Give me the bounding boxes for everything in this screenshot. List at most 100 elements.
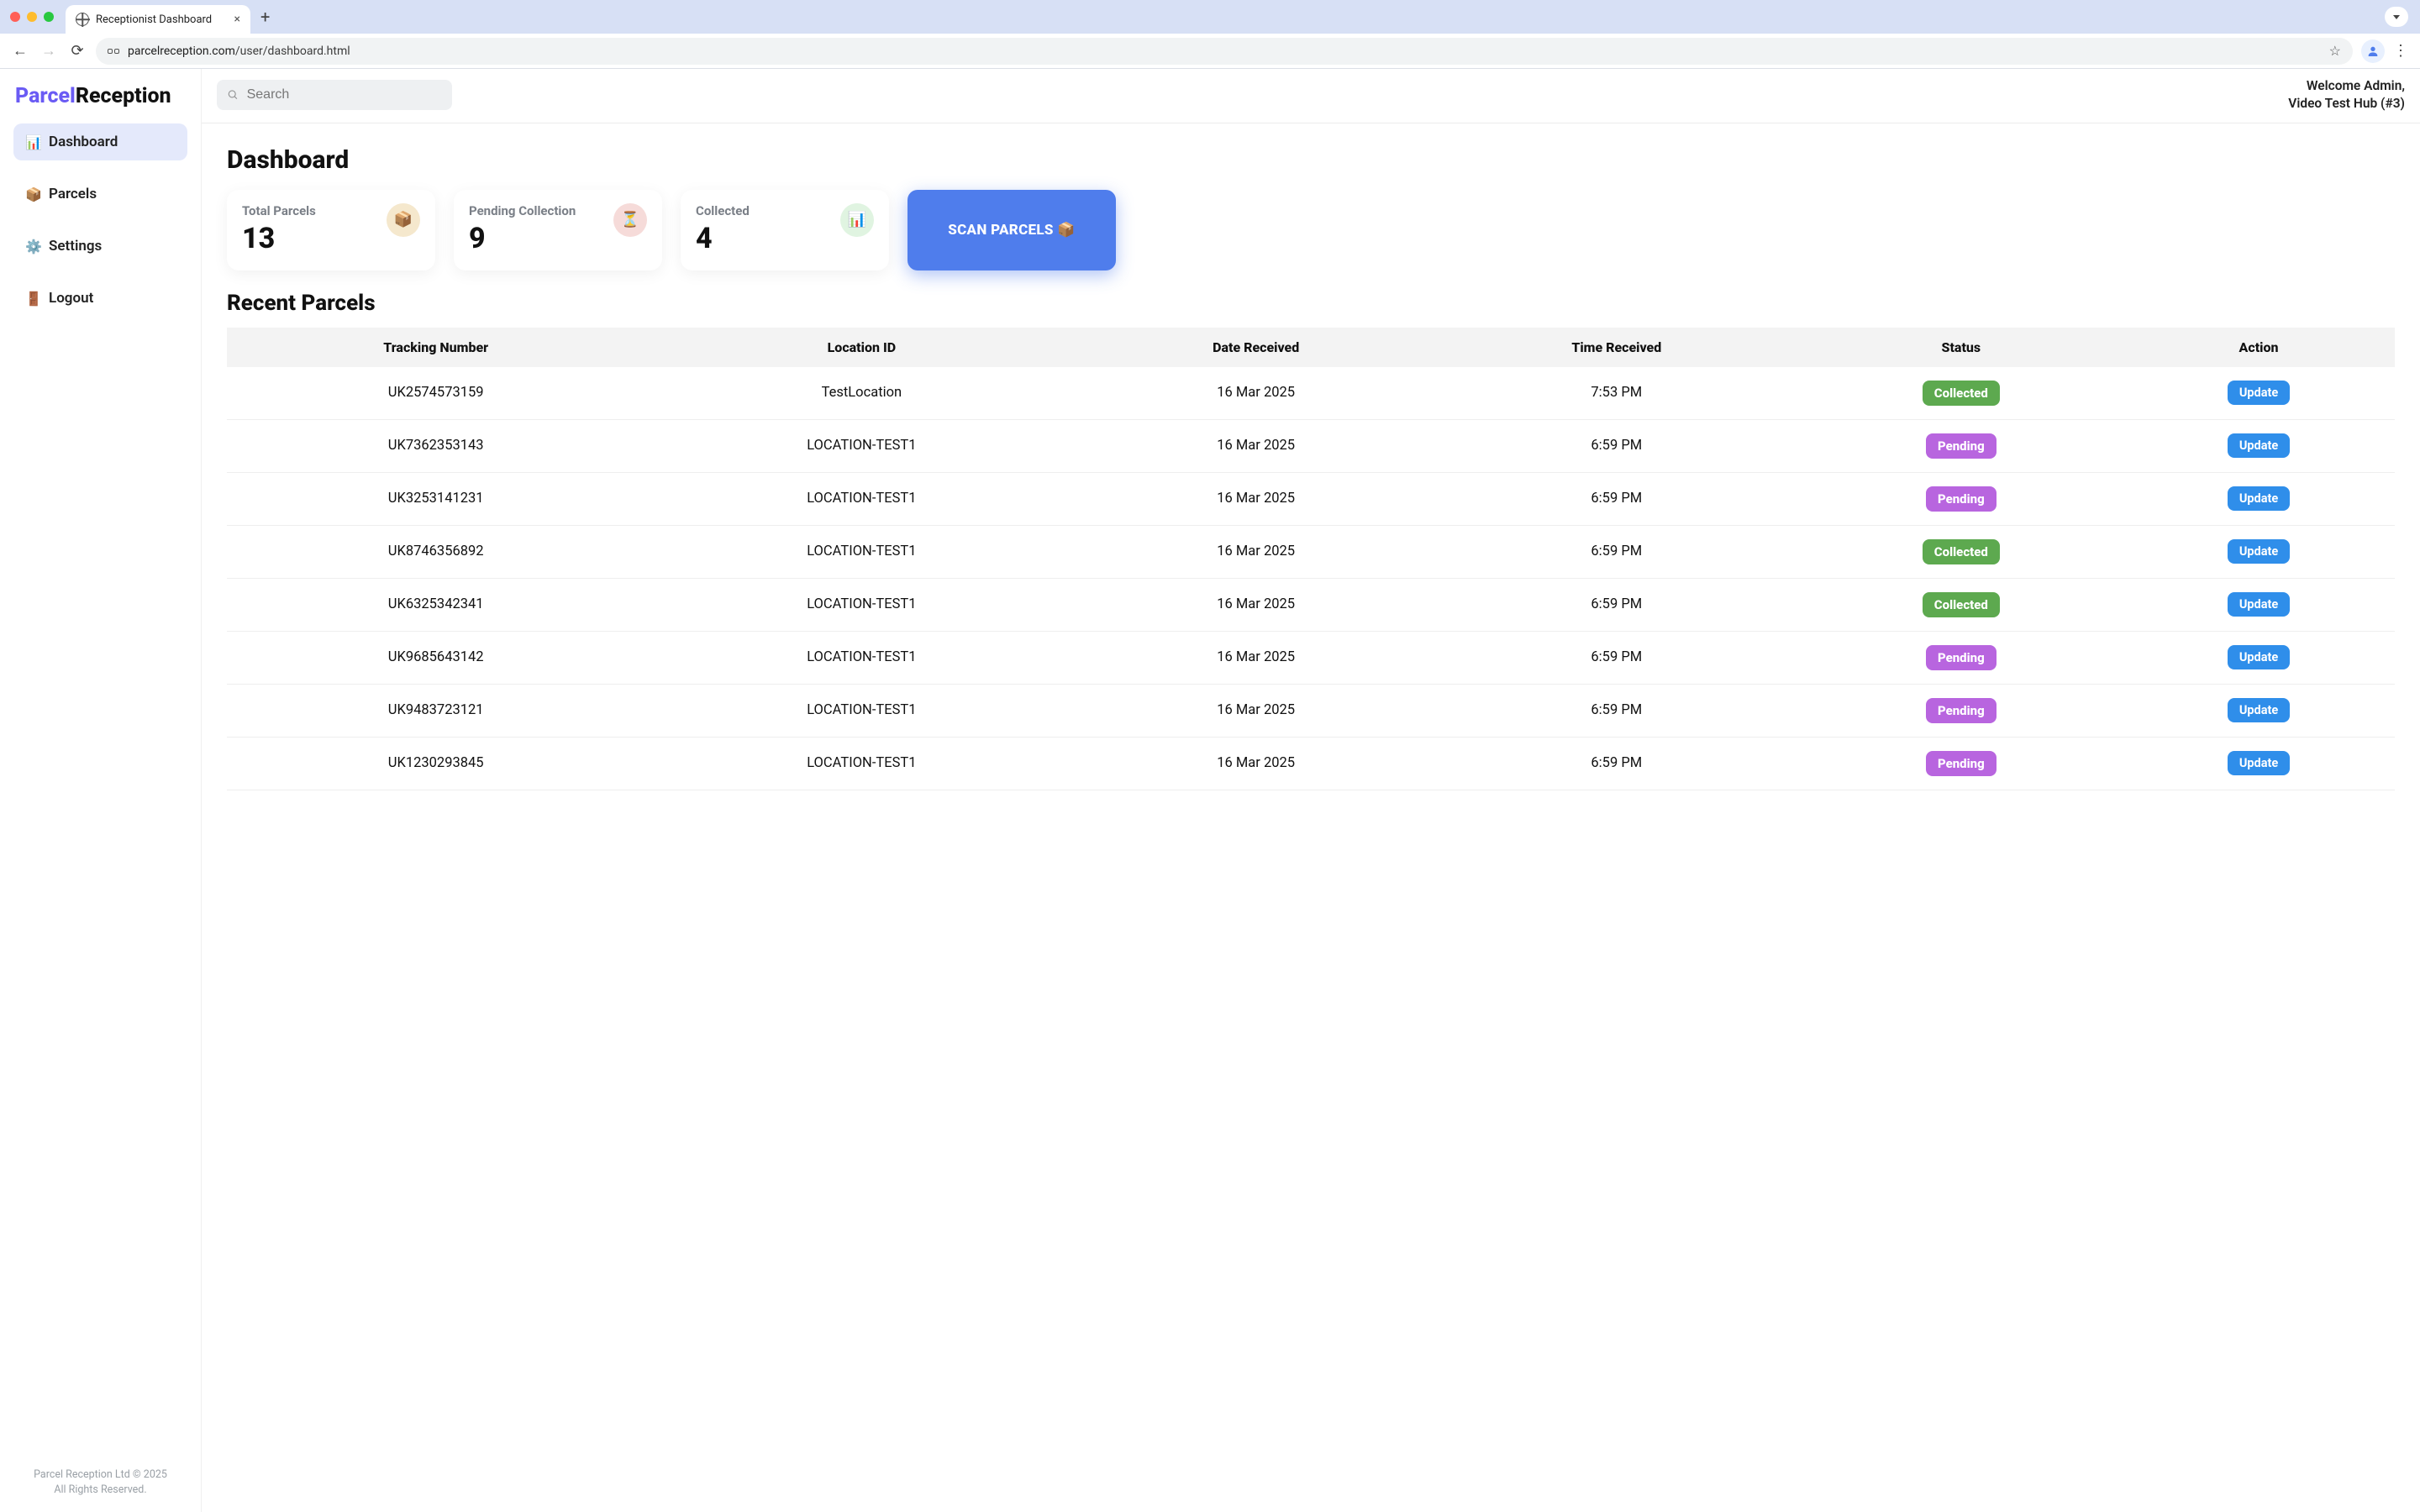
status-badge: Pending xyxy=(1926,486,1996,512)
cell-action: Update xyxy=(2123,737,2395,790)
cell-status: Pending xyxy=(1800,737,2123,790)
cell-tracking: UK9685643142 xyxy=(227,631,644,684)
nav-reload-button[interactable]: ⟳ xyxy=(67,42,87,60)
table-header: Time Received xyxy=(1434,328,1800,367)
cell-location: LOCATION-TEST1 xyxy=(644,684,1078,737)
cell-action: Update xyxy=(2123,367,2395,420)
table-row: UK6325342341LOCATION-TEST116 Mar 20256:5… xyxy=(227,578,2395,631)
brand-part2: Reception xyxy=(76,84,171,108)
stat-value: 9 xyxy=(469,222,576,255)
profile-avatar-button[interactable] xyxy=(2361,39,2385,63)
sidebar-item-parcels[interactable]: 📦Parcels xyxy=(13,176,187,213)
status-badge: Pending xyxy=(1926,698,1996,723)
app-root: ParcelReception 📊Dashboard📦Parcels⚙️Sett… xyxy=(0,69,2420,1512)
sidebar: ParcelReception 📊Dashboard 📦Parcels ⚙️Sett… xyxy=(0,69,202,1512)
cell-time: 6:59 PM xyxy=(1434,684,1800,737)
cell-tracking: UK3253141231 xyxy=(227,472,644,525)
nav-forward-button[interactable]: → xyxy=(39,42,59,60)
window-close-icon[interactable] xyxy=(10,12,20,22)
cell-location: LOCATION-TEST1 xyxy=(644,578,1078,631)
browser-chrome: Receptionist Dashboard × + ← → ⟳ parcelr… xyxy=(0,0,2420,69)
sidebar-item-logout[interactable]: 🚪Logout xyxy=(13,280,187,317)
cell-tracking: UK2574573159 xyxy=(227,367,644,420)
update-button[interactable]: Update xyxy=(2228,433,2290,458)
status-badge: Collected xyxy=(1923,592,2000,617)
update-button[interactable]: Update xyxy=(2228,539,2290,564)
search-input[interactable] xyxy=(247,87,442,102)
page-title: Dashboard xyxy=(227,145,2395,175)
window-minimize-icon[interactable] xyxy=(27,12,37,22)
update-button[interactable]: Update xyxy=(2228,645,2290,669)
status-badge: Pending xyxy=(1926,645,1996,670)
cell-status: Collected xyxy=(1800,525,2123,578)
update-button[interactable]: Update xyxy=(2228,592,2290,617)
bookmark-star-icon[interactable]: ☆ xyxy=(2329,43,2341,59)
update-button[interactable]: Update xyxy=(2228,486,2290,511)
window-maximize-icon[interactable] xyxy=(44,12,54,22)
cell-action: Update xyxy=(2123,472,2395,525)
cell-time: 6:59 PM xyxy=(1434,472,1800,525)
cell-location: LOCATION-TEST1 xyxy=(644,472,1078,525)
browser-tab[interactable]: Receptionist Dashboard × xyxy=(66,5,250,34)
stat-icon: 📦 xyxy=(387,203,420,237)
cell-time: 6:59 PM xyxy=(1434,737,1800,790)
table-body: UK2574573159TestLocation16 Mar 20257:53 … xyxy=(227,367,2395,790)
stat-icon: 📊 xyxy=(840,203,874,237)
table-header: Date Received xyxy=(1078,328,1434,367)
scan-parcels-button[interactable]: SCAN PARCELS 📦 xyxy=(908,190,1116,270)
stat-card-collected: Collected4📊 xyxy=(681,190,889,270)
cell-date: 16 Mar 2025 xyxy=(1078,472,1434,525)
search-box[interactable] xyxy=(217,80,452,110)
recent-parcels-title: Recent Parcels xyxy=(227,291,2395,316)
table-header: Action xyxy=(2123,328,2395,367)
update-button[interactable]: Update xyxy=(2228,698,2290,722)
cell-location: LOCATION-TEST1 xyxy=(644,419,1078,472)
cell-action: Update xyxy=(2123,684,2395,737)
table-header: Status xyxy=(1800,328,2123,367)
cell-action: Update xyxy=(2123,419,2395,472)
cell-tracking: UK6325342341 xyxy=(227,578,644,631)
cell-date: 16 Mar 2025 xyxy=(1078,578,1434,631)
table-row: UK1230293845LOCATION-TEST116 Mar 20256:5… xyxy=(227,737,2395,790)
new-tab-button[interactable]: + xyxy=(255,7,275,27)
sidebar-item-label: Parcels xyxy=(49,186,97,202)
brand-logo[interactable]: ParcelReception xyxy=(15,84,186,108)
cell-time: 6:59 PM xyxy=(1434,525,1800,578)
table-row: UK9483723121LOCATION-TEST116 Mar 20256:5… xyxy=(227,684,2395,737)
cell-action: Update xyxy=(2123,578,2395,631)
table-header: Tracking Number xyxy=(227,328,644,367)
cell-action: Update xyxy=(2123,631,2395,684)
search-icon xyxy=(227,88,239,101)
address-bar[interactable]: parcelreception.com/user/dashboard.html … xyxy=(96,38,2353,65)
status-badge: Pending xyxy=(1926,433,1996,459)
cell-action: Update xyxy=(2123,525,2395,578)
update-button[interactable]: Update xyxy=(2228,751,2290,775)
cell-location: LOCATION-TEST1 xyxy=(644,737,1078,790)
welcome-text: Welcome Admin, Video Test Hub (#3) xyxy=(2288,77,2405,113)
nav-back-button[interactable]: ← xyxy=(10,42,30,60)
cell-location: LOCATION-TEST1 xyxy=(644,525,1078,578)
stat-label: Pending Collection xyxy=(469,203,576,218)
topbar: Welcome Admin, Video Test Hub (#3) xyxy=(202,69,2420,123)
brand-part1: Parcel xyxy=(15,84,76,108)
cell-date: 16 Mar 2025 xyxy=(1078,684,1434,737)
cell-status: Collected xyxy=(1800,367,2123,420)
table-row: UK8746356892LOCATION-TEST116 Mar 20256:5… xyxy=(227,525,2395,578)
sidebar-nav: 📊Dashboard 📦Parcels ⚙️Settings 🚪Logout xyxy=(13,123,187,317)
cell-date: 16 Mar 2025 xyxy=(1078,419,1434,472)
tab-close-icon[interactable]: × xyxy=(234,13,240,26)
update-button[interactable]: Update xyxy=(2228,381,2290,405)
site-settings-icon[interactable] xyxy=(108,49,119,54)
tabs-dropdown-button[interactable] xyxy=(2385,7,2408,27)
browser-toolbar: ← → ⟳ parcelreception.com/user/dashboard… xyxy=(0,34,2420,69)
sidebar-item-dashboard[interactable]: 📊Dashboard xyxy=(13,123,187,160)
cell-status: Collected xyxy=(1800,578,2123,631)
sidebar-footer: Parcel Reception Ltd © 2025 All Rights R… xyxy=(13,1467,187,1504)
globe-icon xyxy=(76,13,89,26)
sidebar-item-settings[interactable]: ⚙️Settings xyxy=(13,228,187,265)
cell-tracking: UK1230293845 xyxy=(227,737,644,790)
browser-menu-button[interactable]: ⋮ xyxy=(2393,42,2410,60)
stat-value: 4 xyxy=(696,222,750,255)
table-header: Location ID xyxy=(644,328,1078,367)
cell-status: Pending xyxy=(1800,631,2123,684)
